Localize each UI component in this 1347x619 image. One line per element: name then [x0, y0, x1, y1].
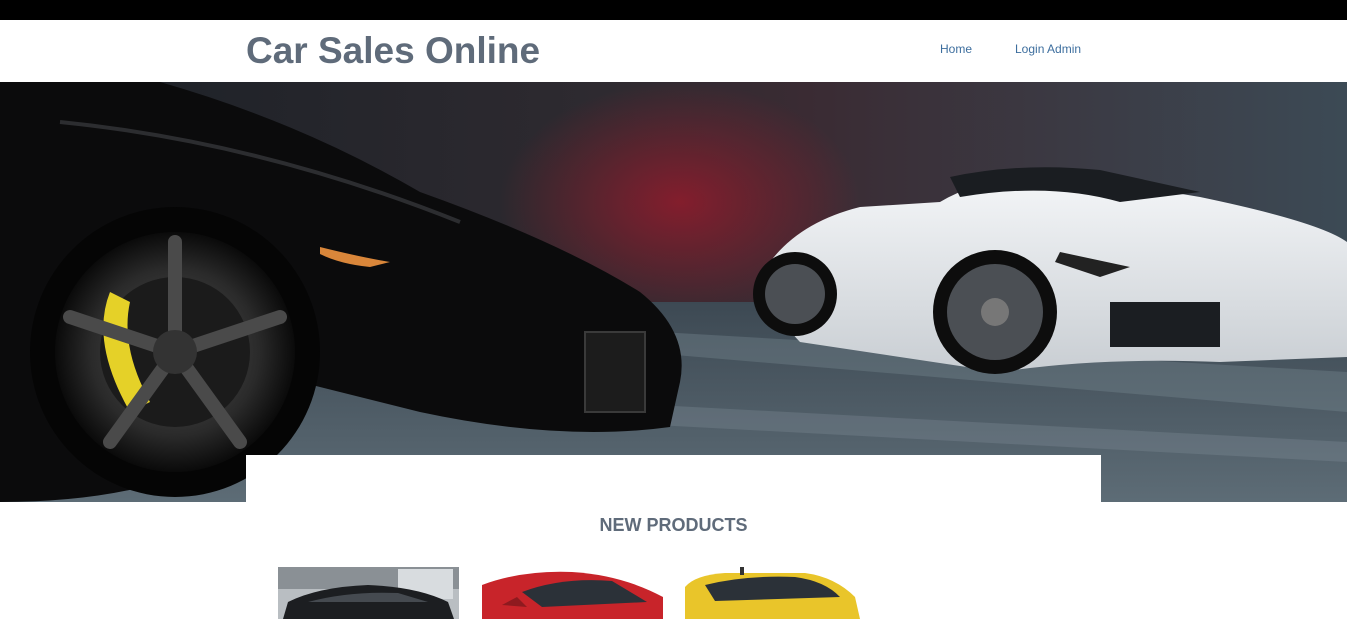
- product-card-1[interactable]: [278, 567, 459, 619]
- nav-link-login-admin[interactable]: Login Admin: [1015, 42, 1081, 56]
- product-card-2[interactable]: [482, 567, 663, 619]
- content-panel: [246, 455, 1101, 502]
- black-car-thumbnail: [278, 567, 459, 619]
- red-car-thumbnail: [482, 567, 663, 619]
- new-products-heading: NEW PRODUCTS: [599, 515, 748, 535]
- site-header: Car Sales Online Home Login Admin: [0, 20, 1347, 82]
- site-title[interactable]: Car Sales Online: [246, 29, 540, 73]
- product-card-3[interactable]: [685, 567, 866, 619]
- nav-link-home[interactable]: Home: [940, 42, 972, 56]
- hero-image: [0, 82, 1347, 502]
- hero-banner: [0, 82, 1347, 502]
- top-bar: [0, 0, 1347, 20]
- yellow-car-thumbnail: [685, 567, 866, 619]
